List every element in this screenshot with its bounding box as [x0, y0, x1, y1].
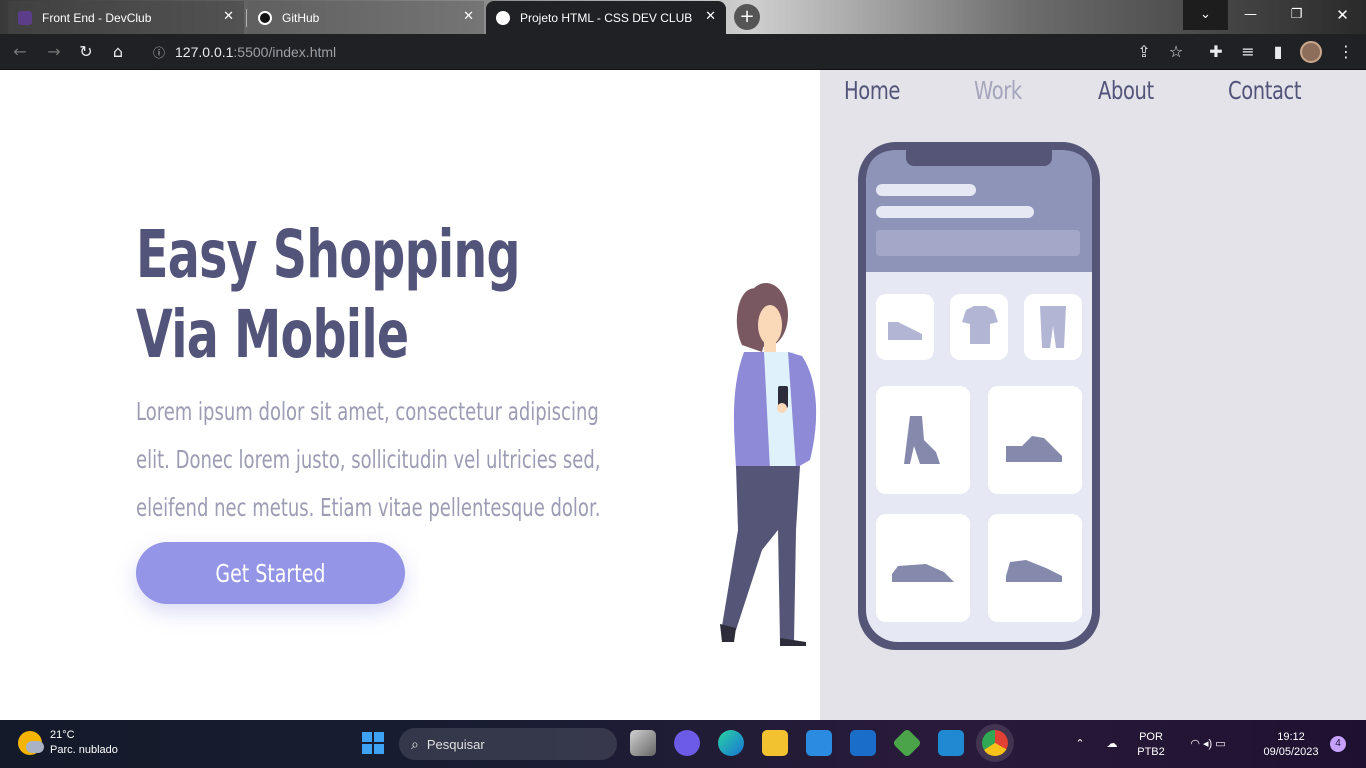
weather-temp: 21°C — [50, 729, 75, 741]
side-panel-icon[interactable]: ▮ — [1266, 40, 1290, 64]
home-icon[interactable]: ⌂ — [106, 40, 130, 64]
media-queue-icon[interactable]: ≡ — [1236, 40, 1260, 64]
globe-favicon-icon — [496, 10, 510, 25]
edge-browser-icon[interactable] — [718, 730, 744, 756]
browser-tab-bar: Front End - DevClub ✕ GitHub ✕ Projeto H… — [0, 0, 1366, 34]
keyboard-layout: PTB2 — [1137, 746, 1165, 758]
forward-arrow-icon[interactable]: → — [42, 40, 66, 64]
phone-mockup — [858, 142, 1100, 650]
address-bar[interactable]: ⓘ 127.0.0.1:5500/index.html — [143, 38, 1203, 66]
devclub-favicon-icon — [18, 10, 32, 25]
teams-chat-icon[interactable] — [674, 730, 700, 756]
url-path: :5500/index.html — [233, 44, 337, 60]
tab-github[interactable]: GitHub ✕ — [248, 1, 484, 34]
get-started-label: Get Started — [215, 558, 326, 588]
bookmark-star-icon[interactable]: ☆ — [1164, 40, 1188, 64]
onedrive-cloud-icon[interactable]: ☁ — [1100, 720, 1124, 768]
show-hidden-icons-chevron-icon[interactable]: ⌃ — [1070, 720, 1090, 768]
close-tab-icon[interactable]: ✕ — [705, 9, 716, 24]
chrome-icon[interactable] — [982, 730, 1008, 756]
minimize-button[interactable]: — — [1228, 0, 1273, 30]
get-started-button[interactable]: Get Started — [136, 542, 405, 604]
hp-app-icon[interactable] — [850, 730, 876, 756]
taskbar-search-box[interactable]: ⌕ Pesquisar — [399, 728, 617, 760]
clock-time: 19:12 — [1277, 731, 1305, 743]
tab-projeto-html[interactable]: Projeto HTML - CSS DEV CLUB ✕ — [486, 1, 726, 34]
new-tab-button[interactable]: + — [734, 4, 760, 30]
hero-description-line-2: elit. Donec lorem justo, sollicitudin ve… — [136, 445, 601, 474]
github-favicon-icon — [258, 10, 272, 25]
reload-icon[interactable]: ↻ — [74, 40, 98, 64]
task-view-icon[interactable] — [630, 730, 656, 756]
mail-icon[interactable] — [806, 730, 832, 756]
file-explorer-icon[interactable] — [762, 730, 788, 756]
tab-front-end-devclub[interactable]: Front End - DevClub ✕ — [8, 1, 247, 34]
tab-title: GitHub — [282, 10, 320, 25]
mobile-shopping-illustration — [720, 142, 1100, 650]
tab-title: Projeto HTML - CSS DEV CLUB — [520, 10, 693, 25]
nav-work[interactable]: Work — [974, 76, 1022, 105]
restore-button[interactable]: ❐ — [1274, 0, 1319, 30]
tab-separator — [246, 9, 247, 27]
windows-taskbar: 21°C Parc. nublado ⌕ Pesquisar ⌃ ☁ POR P… — [0, 720, 1366, 768]
weather-description: Parc. nublado — [50, 744, 118, 756]
input-language[interactable]: POR PTB2 — [1132, 720, 1170, 768]
hero-title-line-1: Easy Shopping — [136, 216, 521, 293]
tab-title: Front End - DevClub — [42, 10, 152, 25]
tab-search-chevron-icon[interactable]: ⌄ — [1183, 0, 1228, 30]
hero-description-line-1: Lorem ipsum dolor sit amet, consectetur … — [136, 397, 599, 426]
close-window-button[interactable]: ✕ — [1320, 0, 1365, 30]
hero-title: Easy Shopping Via Mobile — [136, 215, 521, 375]
weather-text: 21°C Parc. nublado — [50, 728, 118, 758]
back-arrow-icon[interactable]: ← — [8, 40, 32, 64]
weather-widget[interactable]: 21°C Parc. nublado — [18, 728, 118, 758]
nav-home[interactable]: Home — [844, 76, 900, 105]
search-placeholder: Pesquisar — [426, 736, 485, 752]
hero-title-line-2: Via Mobile — [136, 296, 409, 373]
close-tab-icon[interactable]: ✕ — [223, 9, 234, 24]
windows-start-icon[interactable] — [362, 732, 384, 754]
nodejs-icon[interactable] — [892, 728, 922, 758]
woman-figure — [720, 283, 817, 646]
extensions-puzzle-icon[interactable]: ✚ — [1204, 40, 1228, 64]
nav-about[interactable]: About — [1098, 76, 1154, 105]
nav-contact[interactable]: Contact — [1228, 76, 1302, 105]
language-code: POR — [1139, 731, 1163, 743]
hero-description: Lorem ipsum dolor sit amet, consectetur … — [136, 388, 665, 532]
site-info-icon[interactable]: ⓘ — [153, 44, 165, 61]
clock-date: 09/05/2023 — [1263, 746, 1319, 758]
partly-cloudy-icon — [18, 731, 44, 755]
clock[interactable]: 19:12 09/05/2023 — [1252, 720, 1330, 768]
close-tab-icon[interactable]: ✕ — [463, 9, 474, 24]
hero-description-line-3: eleifend nec metus. Etiam vitae pellente… — [136, 493, 601, 522]
profile-avatar[interactable] — [1300, 41, 1322, 63]
menu-kebab-icon[interactable]: ⋮ — [1334, 40, 1358, 64]
notification-badge[interactable]: 4 — [1330, 736, 1346, 752]
web-page: Home Work About Contact Easy Shopping Vi… — [0, 70, 1366, 720]
search-icon: ⌕ — [411, 735, 419, 752]
vscode-icon[interactable] — [938, 730, 964, 756]
share-icon[interactable]: ⇪ — [1132, 40, 1156, 64]
network-volume-battery-icons[interactable]: ◠ ◂) ▭ — [1176, 720, 1240, 768]
browser-toolbar: ← → ↻ ⌂ ⓘ 127.0.0.1:5500/index.html ⇪ ☆ … — [0, 34, 1366, 70]
url-host: 127.0.0.1 — [175, 44, 234, 60]
